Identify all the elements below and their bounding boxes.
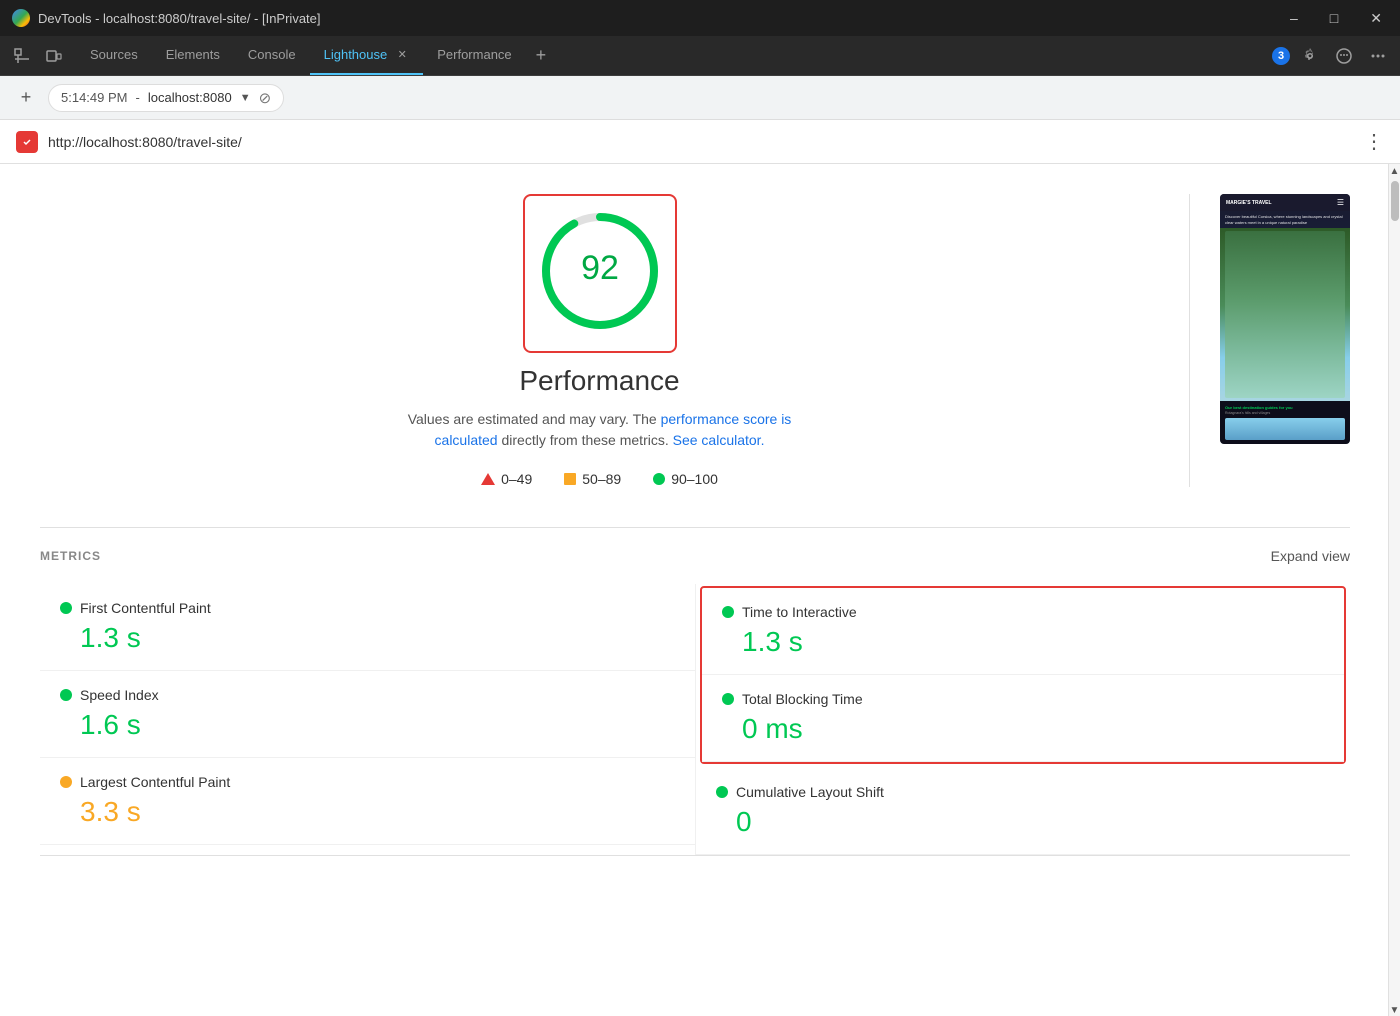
site-favicon <box>16 131 38 153</box>
new-tab-nav-button[interactable]: + <box>12 84 40 112</box>
cls-label: Cumulative Layout Shift <box>736 784 884 800</box>
title-bar: DevTools - localhost:8080/travel-site/ -… <box>0 0 1400 36</box>
tti-label: Time to Interactive <box>742 604 857 620</box>
metrics-highlighted-group: Time to Interactive 1.3 s Total Blocking… <box>700 586 1346 764</box>
scroll-down-button[interactable]: ▼ <box>1390 1005 1400 1016</box>
device-emulation-button[interactable] <box>40 42 68 70</box>
url-bar[interactable]: 5:14:49 PM - localhost:8080 ▼ ⊘ <box>48 84 284 112</box>
minimize-button[interactable]: – <box>1284 8 1304 29</box>
address-menu-button[interactable]: ⋮ <box>1364 129 1384 154</box>
scrollbar-thumb[interactable] <box>1391 181 1399 221</box>
legend-fail: 0–49 <box>481 471 532 487</box>
fcp-label: First Contentful Paint <box>80 600 211 616</box>
metrics-grid: First Contentful Paint 1.3 s Speed Index… <box>40 584 1350 855</box>
see-calculator-link[interactable]: See calculator. <box>673 432 765 448</box>
metric-cls: Cumulative Layout Shift 0 <box>696 768 1350 855</box>
metric-tbt: Total Blocking Time 0 ms <box>702 675 1344 762</box>
score-circle-wrapper: 92 <box>523 194 677 353</box>
settings-icon[interactable] <box>1296 42 1324 70</box>
main-content: 92 Performance Values are estimated and … <box>0 164 1400 1016</box>
metrics-section-label: METRICS <box>40 549 101 563</box>
inspect-element-button[interactable] <box>8 42 36 70</box>
more-options-icon[interactable] <box>1364 42 1392 70</box>
performance-score-circle: 92 <box>535 206 665 336</box>
score-section: 92 Performance Values are estimated and … <box>40 194 1350 487</box>
bottom-divider <box>40 855 1350 856</box>
legend-pass: 90–100 <box>653 471 718 487</box>
metrics-header: METRICS Expand view <box>40 548 1350 564</box>
devtools-tabs-bar: Sources Elements Console Lighthouse ✕ Pe… <box>0 36 1400 76</box>
metric-speed-index: Speed Index 1.6 s <box>40 671 695 758</box>
speed-index-header: Speed Index <box>60 687 675 703</box>
pass-icon <box>653 473 665 485</box>
nav-dropdown-icon[interactable]: ▼ <box>240 92 251 104</box>
page-url[interactable]: http://localhost:8080/travel-site/ <box>48 134 1354 150</box>
legend-average: 50–89 <box>564 471 621 487</box>
tti-value: 1.3 s <box>722 626 1324 658</box>
site-screenshot: MARGIE'S TRAVEL ☰ Discover beautiful Cor… <box>1220 194 1350 444</box>
nav-url: localhost:8080 <box>148 90 232 105</box>
window-title: DevTools - localhost:8080/travel-site/ -… <box>38 11 321 26</box>
performance-title: Performance <box>519 365 679 397</box>
metrics-divider <box>40 527 1350 528</box>
tbt-header: Total Blocking Time <box>722 691 1324 707</box>
cls-value: 0 <box>716 806 1330 838</box>
fcp-value: 1.3 s <box>60 622 675 654</box>
scroll-up-button[interactable]: ▲ <box>1390 166 1400 177</box>
lcp-label: Largest Contentful Paint <box>80 774 230 790</box>
maximize-button[interactable]: □ <box>1324 8 1344 29</box>
cls-header: Cumulative Layout Shift <box>716 784 1330 800</box>
metric-lcp: Largest Contentful Paint 3.3 s <box>40 758 695 845</box>
tbt-status-dot <box>722 693 734 705</box>
nav-stop-button[interactable]: ⊘ <box>259 89 272 107</box>
tab-lighthouse[interactable]: Lighthouse ✕ <box>310 36 424 75</box>
metric-tti: Time to Interactive 1.3 s <box>702 588 1344 675</box>
fcp-header: First Contentful Paint <box>60 600 675 616</box>
speed-index-value: 1.6 s <box>60 709 675 741</box>
nav-time: 5:14:49 PM <box>61 90 128 105</box>
tbt-label: Total Blocking Time <box>742 691 863 707</box>
feedback-icon[interactable] <box>1330 42 1358 70</box>
nav-bar: + 5:14:49 PM - localhost:8080 ▼ ⊘ <box>0 76 1400 120</box>
fcp-status-dot <box>60 602 72 614</box>
add-tab-button[interactable]: + <box>526 36 557 75</box>
section-divider-vertical <box>1189 194 1190 487</box>
metrics-left-col: First Contentful Paint 1.3 s Speed Index… <box>40 584 695 855</box>
tab-sources[interactable]: Sources <box>76 36 152 75</box>
tti-status-dot <box>722 606 734 618</box>
cls-status-dot <box>716 786 728 798</box>
tab-performance[interactable]: Performance <box>423 36 525 75</box>
average-icon <box>564 473 576 485</box>
speed-index-status-dot <box>60 689 72 701</box>
fail-icon <box>481 473 495 485</box>
close-lighthouse-tab[interactable]: ✕ <box>395 48 409 62</box>
score-legend: 0–49 50–89 90–100 <box>481 471 718 487</box>
tti-header: Time to Interactive <box>722 604 1324 620</box>
scrollbar: ▲ ▼ <box>1388 164 1400 1016</box>
expand-view-button[interactable]: Expand view <box>1271 548 1350 564</box>
lcp-header: Largest Contentful Paint <box>60 774 675 790</box>
close-button[interactable]: ✕ <box>1364 8 1388 29</box>
tab-console[interactable]: Console <box>234 36 310 75</box>
tab-elements[interactable]: Elements <box>152 36 234 75</box>
speed-index-label: Speed Index <box>80 687 159 703</box>
metric-fcp: First Contentful Paint 1.3 s <box>40 584 695 671</box>
score-description: Values are estimated and may vary. The p… <box>390 409 810 451</box>
svg-text:92: 92 <box>581 249 619 287</box>
lcp-value: 3.3 s <box>60 796 675 828</box>
browser-icon <box>12 9 30 27</box>
notification-badge: 3 <box>1272 47 1290 65</box>
lcp-status-dot <box>60 776 72 788</box>
tbt-value: 0 ms <box>722 713 1324 745</box>
lighthouse-content: 92 Performance Values are estimated and … <box>0 164 1400 1016</box>
address-bar: http://localhost:8080/travel-site/ ⋮ <box>0 120 1400 164</box>
metrics-right-col: Time to Interactive 1.3 s Total Blocking… <box>695 584 1350 855</box>
